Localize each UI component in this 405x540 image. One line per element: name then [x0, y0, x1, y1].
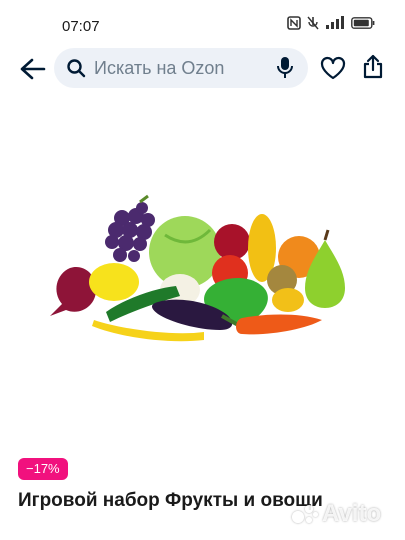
- watermark-text: Avito: [322, 500, 382, 527]
- search-field[interactable]: Искать на Ozon: [54, 48, 308, 88]
- arrow-left-icon: [20, 58, 46, 80]
- microphone-icon[interactable]: [276, 56, 294, 80]
- status-bar: 07:07: [0, 0, 405, 44]
- share-icon: [363, 54, 383, 79]
- status-icons: [287, 16, 375, 30]
- grapes-shape: [105, 194, 155, 262]
- product-image[interactable]: [40, 180, 360, 350]
- apple-shape: [214, 224, 250, 260]
- favorite-button[interactable]: [320, 56, 346, 85]
- status-time: 07:07: [62, 18, 100, 35]
- signal-icon: [326, 16, 344, 29]
- back-button[interactable]: [18, 54, 46, 84]
- lemon-shape: [89, 263, 139, 301]
- top-navigation-bar: Искать на Ozon: [0, 48, 405, 92]
- watermark: Avito: [292, 500, 381, 528]
- quince-shape: [272, 288, 304, 312]
- mute-icon: [307, 16, 319, 30]
- beet-shape: [50, 266, 96, 316]
- carrot-shape: [236, 314, 322, 335]
- heart-icon: [320, 56, 346, 80]
- discount-badge: −17%: [18, 458, 68, 480]
- avito-logo-icon: [292, 503, 318, 525]
- search-icon: [67, 59, 86, 78]
- share-button[interactable]: [362, 54, 384, 85]
- search-placeholder: Искать на Ozon: [94, 58, 225, 78]
- nfc-icon: [287, 16, 301, 30]
- battery-icon: [351, 17, 375, 29]
